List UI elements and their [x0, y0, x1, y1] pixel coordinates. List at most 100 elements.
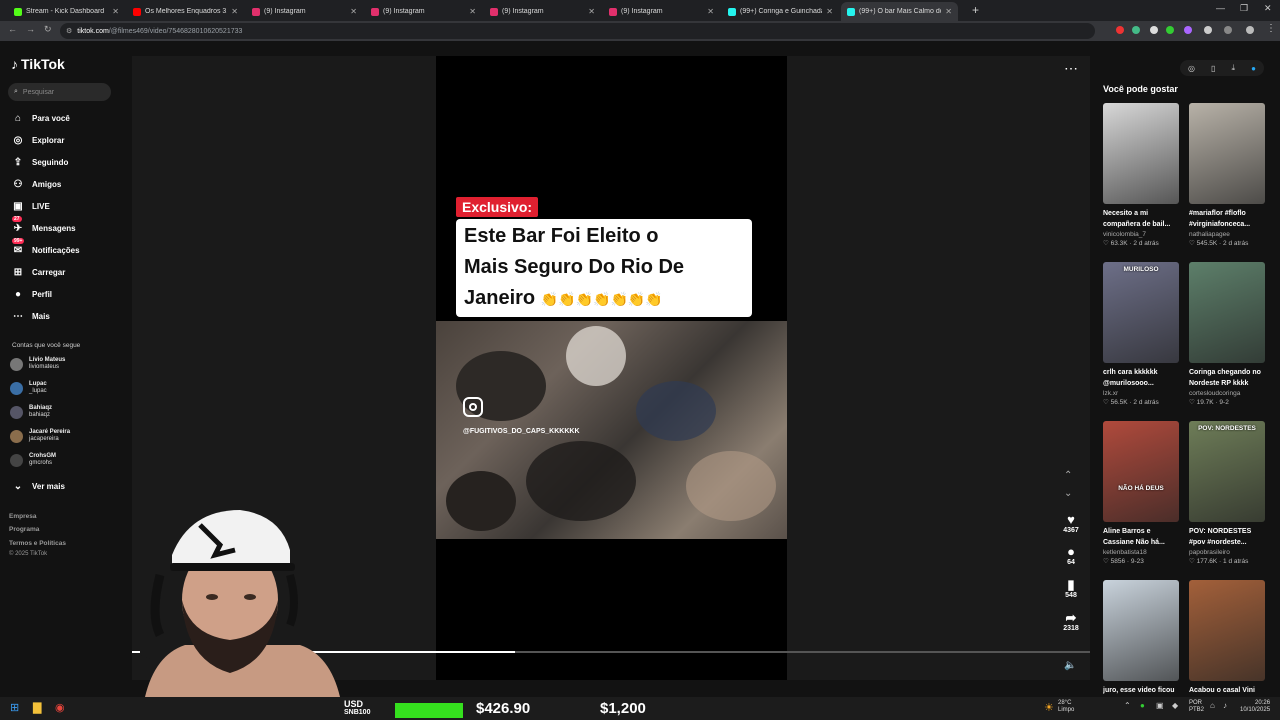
close-tab-icon[interactable]: ✕	[469, 7, 476, 16]
video-thumbnail[interactable]: MURILOSO	[1103, 262, 1179, 363]
nav-item-amigos[interactable]: ⚇ Amigos	[12, 177, 62, 191]
footer-link[interactable]: Empresa	[9, 513, 36, 520]
tray-app-icon[interactable]: ●	[1140, 701, 1145, 710]
sidebar-toggle-icon[interactable]	[1224, 26, 1232, 34]
download-icon[interactable]: ⤓	[1232, 63, 1236, 73]
tray-app-icon[interactable]: ◆	[1172, 701, 1178, 710]
maximize-icon[interactable]: ❐	[1240, 3, 1248, 14]
new-tab-button[interactable]: +	[972, 3, 979, 17]
chrome-icon[interactable]: ◉	[55, 701, 65, 714]
forward-icon[interactable]: →	[26, 24, 35, 34]
network-icon[interactable]: ⌂	[1210, 701, 1215, 710]
browser-tab[interactable]: (9) Instagram ✕	[484, 2, 601, 21]
close-tab-icon[interactable]: ✕	[588, 7, 595, 16]
nav-item-explorar[interactable]: ◎ Explorar	[12, 133, 65, 147]
next-video-icon[interactable]: ⌄	[1064, 488, 1072, 499]
windows-start-icon[interactable]: ⊞	[10, 701, 19, 714]
nav-item-para-voc-[interactable]: ⌂ Para você	[12, 111, 70, 125]
close-tab-icon[interactable]: ✕	[231, 7, 238, 16]
close-window-icon[interactable]: ✕	[1264, 3, 1272, 14]
share-button[interactable]: ➦ 2318	[1058, 610, 1084, 632]
address-bar[interactable]: ⚙ tiktok.com/@filmes469/video/7546828010…	[60, 23, 1095, 39]
nav-item-mais[interactable]: ⋯ Mais	[12, 309, 50, 323]
reload-icon[interactable]: ↻	[44, 24, 52, 35]
video-thumbnail[interactable]	[1189, 262, 1265, 363]
browser-tab[interactable]: (99+) O bar Mais Calmo do ✕	[841, 2, 958, 21]
user-avatar[interactable]: ●	[1251, 64, 1256, 73]
close-tab-icon[interactable]: ✕	[945, 7, 952, 16]
close-tab-icon[interactable]: ✕	[350, 7, 357, 16]
followed-account[interactable]: Lívio Mateus liviomateus	[10, 357, 65, 371]
video-author[interactable]: lzk.xr	[1103, 390, 1179, 397]
recommended-video-card[interactable]: Coringa chegando no Nordeste RP kkkk cort…	[1189, 262, 1265, 406]
comment-button[interactable]: ● 64	[1058, 544, 1084, 566]
extension-icon[interactable]	[1116, 26, 1124, 34]
video-thumbnail[interactable]	[1103, 580, 1179, 681]
save-button[interactable]: ▮ 548	[1058, 577, 1084, 599]
video-thumbnail[interactable]	[1189, 580, 1265, 681]
browser-tab[interactable]: (9) Instagram ✕	[603, 2, 720, 21]
back-icon[interactable]: ←	[8, 24, 17, 34]
extension-icon[interactable]	[1166, 26, 1174, 34]
followed-account[interactable]: Lupac _lupac	[10, 381, 47, 395]
footer-link[interactable]: Termos e Políticas	[9, 540, 66, 547]
video-author[interactable]: cortesloudcoringa	[1189, 390, 1265, 397]
browser-tab[interactable]: (9) Instagram ✕	[246, 2, 363, 21]
volume-icon[interactable]: 🔈	[1064, 660, 1076, 671]
close-tab-icon[interactable]: ✕	[826, 7, 833, 16]
recommended-video-card[interactable]: Acabou o casal Vini	[1189, 580, 1265, 707]
language-indicator[interactable]: POR PTB2	[1189, 700, 1204, 714]
search-input[interactable]: ⌕ Pesquisar	[8, 83, 111, 101]
see-more-button[interactable]: ⌄ Ver mais	[12, 479, 65, 493]
profile-avatar[interactable]	[1246, 26, 1254, 34]
footer-link[interactable]: Programa	[9, 526, 39, 533]
extension-icon[interactable]	[1150, 26, 1158, 34]
site-info-icon[interactable]: ⚙	[66, 27, 72, 35]
recommended-video-card[interactable]: POV: NORDESTES POV: NORDESTES #pov #norde…	[1189, 421, 1265, 565]
extensions-puzzle-icon[interactable]	[1204, 26, 1212, 34]
nav-item-live[interactable]: ▣ LIVE	[12, 199, 50, 213]
weather-widget[interactable]: 28°C Limpo	[1058, 700, 1074, 714]
system-clock[interactable]: 20:26 10/10/2025	[1240, 700, 1270, 714]
browser-tab[interactable]: (9) Instagram ✕	[365, 2, 482, 21]
weather-icon[interactable]: ☀	[1044, 701, 1054, 714]
file-explorer-icon[interactable]: ▇	[33, 701, 41, 714]
previous-video-icon[interactable]: ⌃	[1064, 470, 1072, 481]
nav-item-carregar[interactable]: ⊞ Carregar	[12, 265, 66, 279]
extension-icon[interactable]	[1132, 26, 1140, 34]
followed-account[interactable]: CrohsGM gmcrohs	[10, 453, 56, 467]
tray-chevron-icon[interactable]: ⌃	[1124, 701, 1131, 710]
video-author[interactable]: papobrasileiro	[1189, 549, 1265, 556]
recommended-video-card[interactable]: juro, esse video ficou	[1103, 580, 1179, 707]
nav-item-notifica-es[interactable]: ✉ Notificações 99+	[12, 238, 80, 257]
video-thumbnail[interactable]	[1103, 103, 1179, 204]
followed-account[interactable]: Bahiaqz bahiaqz	[10, 405, 52, 419]
browser-tab[interactable]: Os Melhores Enquadros 31 - FE ✕	[127, 2, 244, 21]
recommended-video-card[interactable]: NÃO HÁ DEUS Aline Barros e Cassiane Não h…	[1103, 421, 1179, 565]
more-options-icon[interactable]: ⋯	[1064, 60, 1078, 77]
video-thumbnail[interactable]: NÃO HÁ DEUS	[1103, 421, 1179, 522]
video-author[interactable]: vinicolombia_7	[1103, 231, 1179, 238]
video-author[interactable]: ketlenbatista18	[1103, 549, 1179, 556]
phone-icon[interactable]: ▯	[1211, 64, 1215, 73]
like-button[interactable]: ♥ 4367	[1058, 512, 1084, 534]
video-thumbnail[interactable]	[1189, 103, 1265, 204]
nav-item-seguindo[interactable]: ⇪ Seguindo	[12, 155, 69, 169]
video-author[interactable]: nathaliapagee	[1189, 231, 1265, 238]
close-tab-icon[interactable]: ✕	[707, 7, 714, 16]
video-thumbnail[interactable]: POV: NORDESTES	[1189, 421, 1265, 522]
close-tab-icon[interactable]: ✕	[112, 7, 119, 16]
browser-tab[interactable]: Stream - Kick Dashboard ✕	[8, 2, 125, 21]
minimize-icon[interactable]: —	[1216, 3, 1225, 13]
speaker-icon[interactable]: ♪	[1223, 701, 1227, 710]
nav-item-perfil[interactable]: ● Perfil	[12, 287, 52, 301]
browser-tab[interactable]: (99+) Coringa e Guinchadas Eng ✕	[722, 2, 839, 21]
tray-app-icon[interactable]: ▣	[1156, 701, 1164, 710]
recommended-video-card[interactable]: Necesito a mi compañera de bail... vinico…	[1103, 103, 1179, 247]
tiktok-logo[interactable]: ♪ TikTok	[11, 56, 65, 72]
extension-icon[interactable]	[1184, 26, 1192, 34]
compass-icon[interactable]: ◎	[1188, 64, 1195, 73]
recommended-video-card[interactable]: #mariaflor #floflo #virginiafonceca... na…	[1189, 103, 1265, 247]
followed-account[interactable]: Jacaré Pereira jacapereira	[10, 429, 70, 443]
nav-item-mensagens[interactable]: ✈ Mensagens 27	[12, 216, 76, 235]
